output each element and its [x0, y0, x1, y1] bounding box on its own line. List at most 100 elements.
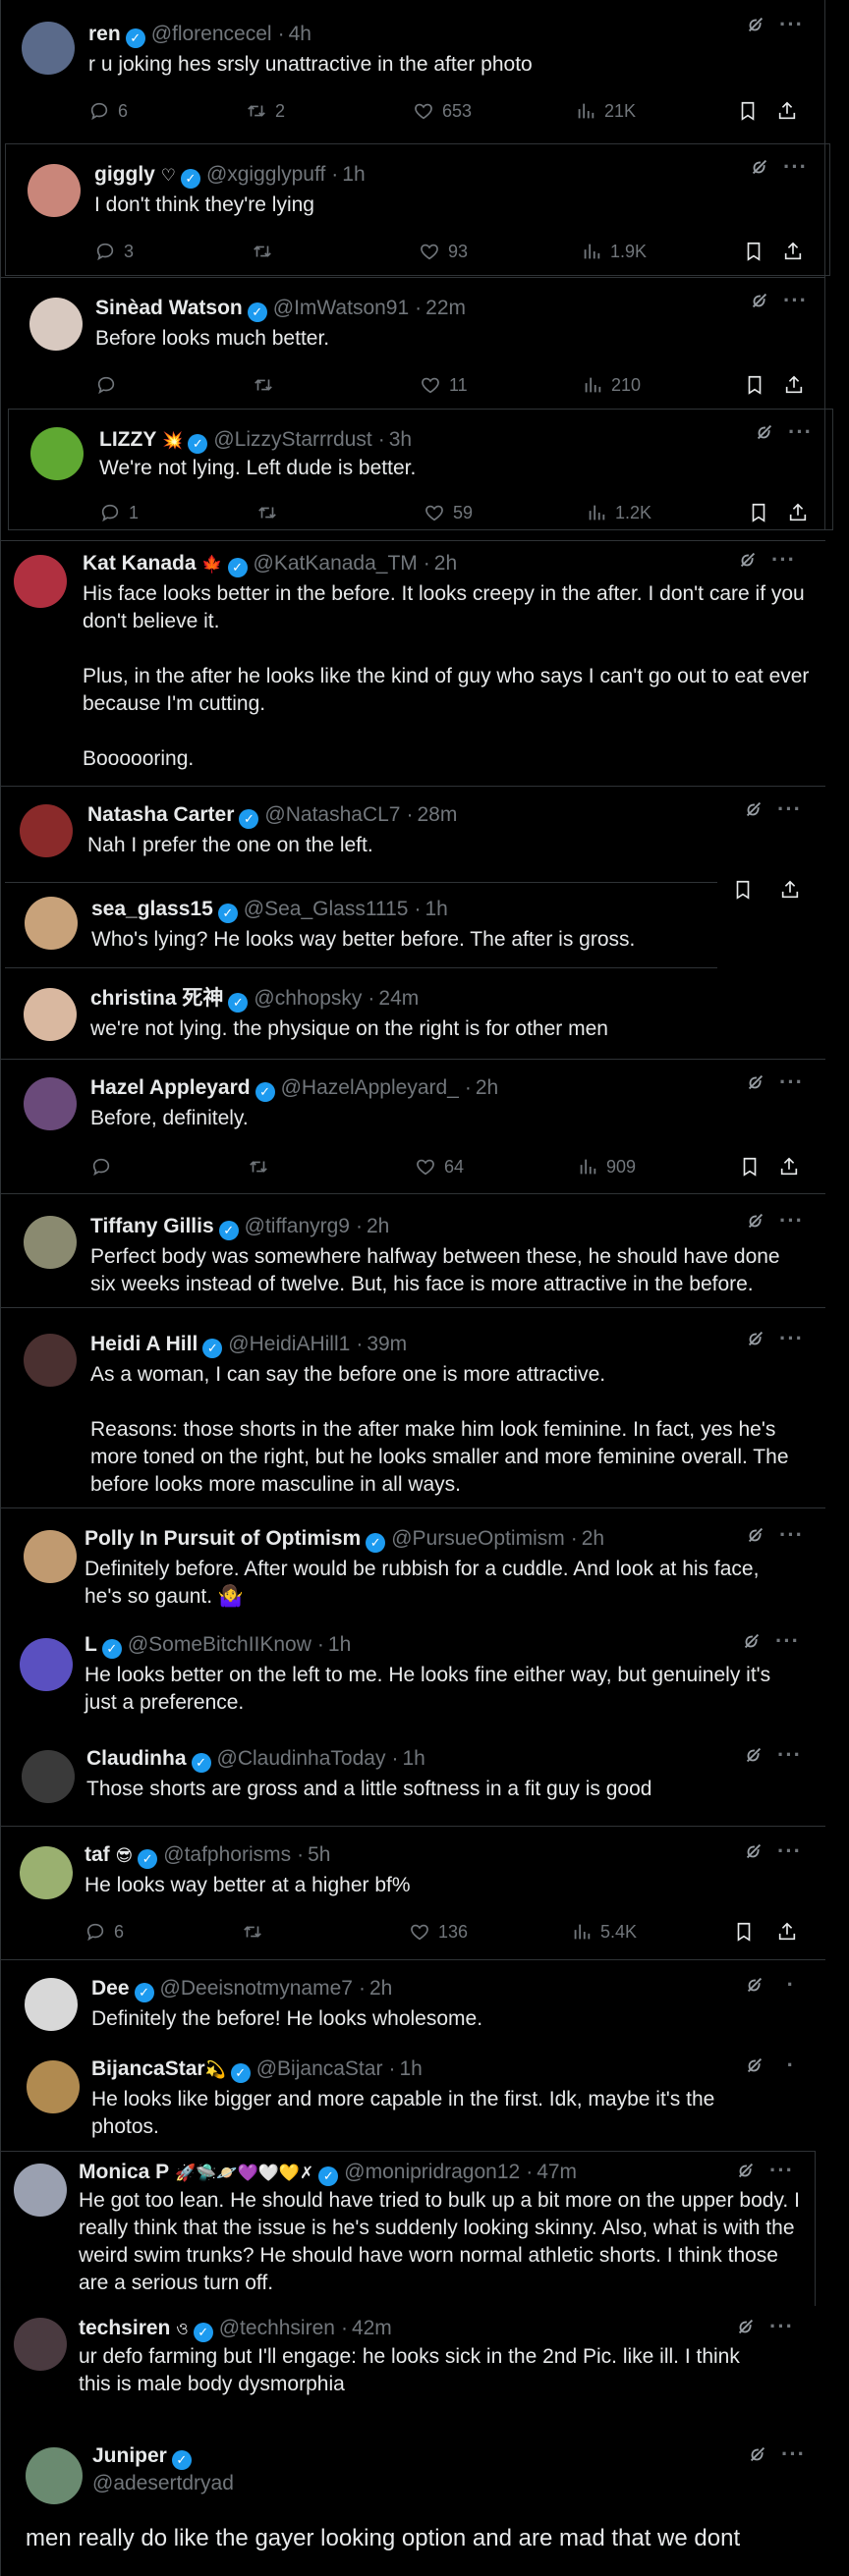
tweet[interactable]: Sinèad Watson ✓ @ImWatson91 · 22m ··· Before…	[0, 277, 825, 410]
grok-icon[interactable]	[744, 1974, 765, 1996]
tweet[interactable]: taf 😎 ✓ @tafphorisms · 5h ··· He looks way b…	[0, 1833, 825, 1960]
display-name[interactable]: Kat Kanada	[83, 552, 197, 575]
handle[interactable]: @KatKanada_TM	[254, 552, 418, 575]
retweet-button[interactable]	[253, 372, 274, 398]
tweet[interactable]: christina 死神 ✓ @chhopsky · 24m we're not lyi…	[0, 972, 825, 1051]
handle[interactable]: @tiffanyrg9	[245, 1215, 350, 1237]
avatar[interactable]	[24, 1077, 77, 1130]
more-icon[interactable]: ···	[779, 1208, 804, 1233]
timestamp[interactable]: 3h	[389, 428, 412, 451]
avatar[interactable]	[24, 1216, 77, 1269]
display-name[interactable]: Monica P	[79, 2161, 169, 2183]
share-button[interactable]	[787, 500, 809, 525]
like-button[interactable]: 59	[424, 500, 473, 525]
avatar[interactable]	[28, 164, 81, 217]
avatar[interactable]	[14, 2164, 67, 2217]
avatar[interactable]	[27, 2060, 80, 2113]
avatar[interactable]	[29, 298, 83, 351]
avatar[interactable]	[30, 427, 84, 480]
more-icon[interactable]: ···	[783, 154, 808, 180]
share-button[interactable]	[782, 239, 804, 264]
timestamp[interactable]: 1h	[328, 1633, 351, 1656]
timestamp[interactable]: 1h	[402, 1747, 424, 1770]
views-button[interactable]: 1.2K	[586, 500, 651, 525]
grok-icon[interactable]	[741, 1630, 763, 1652]
display-name[interactable]: Sinèad Watson	[95, 297, 243, 319]
timestamp[interactable]: 4h	[289, 23, 311, 45]
handle[interactable]: @PursueOptimism	[391, 1527, 565, 1550]
tweet[interactable]: giggly ♡ ✓ @xgigglypuff · 1h ··· I don't thi…	[5, 143, 830, 276]
avatar[interactable]	[20, 804, 73, 857]
display-name[interactable]: Claudinha	[86, 1747, 187, 1770]
display-name[interactable]: sea_glass15	[91, 898, 213, 920]
display-name[interactable]: giggly	[94, 163, 155, 186]
handle[interactable]: @chhopsky	[254, 987, 362, 1010]
timestamp[interactable]: 5h	[308, 1843, 330, 1866]
display-name[interactable]: Polly In Pursuit of Optimism	[85, 1527, 361, 1550]
avatar[interactable]	[20, 1638, 73, 1691]
grok-icon[interactable]	[745, 14, 766, 35]
avatar[interactable]	[25, 897, 78, 950]
display-name[interactable]: Dee	[91, 1977, 130, 2000]
tweet[interactable]: Monica P 🚀🛸🪐💜🤍💛✗ ✓ @monipridragon12 · 47m ··…	[0, 2151, 816, 2306]
grok-icon[interactable]	[737, 549, 759, 571]
timestamp[interactable]: 24m	[378, 987, 419, 1010]
more-icon[interactable]: ·	[787, 2053, 795, 2078]
share-button[interactable]	[776, 98, 798, 124]
grok-icon[interactable]	[745, 1524, 766, 1546]
timestamp[interactable]: 47m	[537, 2161, 577, 2183]
bookmark-button[interactable]	[732, 877, 754, 903]
more-icon[interactable]: ···	[769, 2158, 794, 2183]
reply-button[interactable]: 1	[99, 500, 139, 525]
grok-icon[interactable]	[745, 1328, 766, 1349]
timestamp[interactable]: 2h	[476, 1076, 498, 1099]
handle[interactable]: @HazelAppleyard_	[281, 1076, 459, 1099]
grok-icon[interactable]	[754, 421, 775, 443]
tweet[interactable]: Polly In Pursuit of Optimism ✓ @PursueOpti…	[0, 1512, 825, 1620]
handle[interactable]: @BijancaStar	[256, 2057, 383, 2080]
more-icon[interactable]: ···	[775, 1628, 800, 1654]
grok-icon[interactable]	[744, 2055, 765, 2076]
avatar[interactable]	[24, 1334, 77, 1387]
retweet-button[interactable]	[252, 239, 273, 264]
views-button[interactable]: 5.4K	[571, 1919, 637, 1945]
views-button[interactable]: 210	[582, 372, 641, 398]
timestamp[interactable]: 42m	[352, 2317, 392, 2339]
bookmark-button[interactable]	[743, 239, 764, 264]
grok-icon[interactable]	[749, 290, 770, 311]
timestamp[interactable]: 2h	[369, 1977, 392, 2000]
more-icon[interactable]: ···	[779, 1069, 804, 1095]
share-button[interactable]	[778, 1154, 800, 1179]
bookmark-button[interactable]	[744, 372, 765, 398]
grok-icon[interactable]	[749, 156, 770, 178]
avatar[interactable]	[26, 2447, 83, 2504]
handle[interactable]: @adesertdryad	[92, 2472, 234, 2494]
handle[interactable]: @tafphorisms	[163, 1843, 291, 1866]
like-button[interactable]: 11	[420, 372, 468, 398]
tweet[interactable]: Kat Kanada 🍁 ✓ @KatKanada_TM · 2h ··· His fa…	[0, 540, 825, 786]
handle[interactable]: @xgigglypuff	[206, 163, 325, 186]
retweet-button[interactable]	[248, 1154, 269, 1179]
display-name[interactable]: Hazel Appleyard	[90, 1076, 251, 1099]
tweet[interactable]: L ✓ @SomeBitchIIKnow · 1h ··· He looks bette…	[0, 1622, 825, 1730]
tweet[interactable]: Natasha Carter ✓ @NatashaCL7 · 28m ··· Nah I…	[0, 786, 825, 864]
handle[interactable]: @Sea_Glass1115	[244, 898, 409, 920]
timestamp[interactable]: 1h	[424, 898, 447, 920]
grok-icon[interactable]	[747, 2443, 768, 2465]
grok-icon[interactable]	[743, 798, 764, 820]
avatar[interactable]	[22, 22, 75, 75]
display-name[interactable]: Juniper	[92, 2444, 167, 2467]
more-icon[interactable]: ···	[777, 1742, 802, 1768]
handle[interactable]: @techhsiren	[219, 2317, 335, 2339]
avatar[interactable]	[14, 555, 67, 608]
avatar[interactable]	[22, 1750, 75, 1803]
grok-icon[interactable]	[743, 1744, 764, 1766]
more-icon[interactable]: ···	[777, 1838, 802, 1864]
share-button[interactable]	[783, 372, 805, 398]
handle[interactable]: @ImWatson91	[273, 297, 409, 319]
display-name[interactable]: taf	[85, 1843, 110, 1866]
main-tweet[interactable]: Juniper ✓ @adesertdryad ··· men really do…	[0, 2424, 825, 2576]
reply-button[interactable]: 3	[94, 239, 134, 264]
more-icon[interactable]: ···	[779, 1326, 804, 1351]
grok-icon[interactable]	[745, 1071, 766, 1093]
